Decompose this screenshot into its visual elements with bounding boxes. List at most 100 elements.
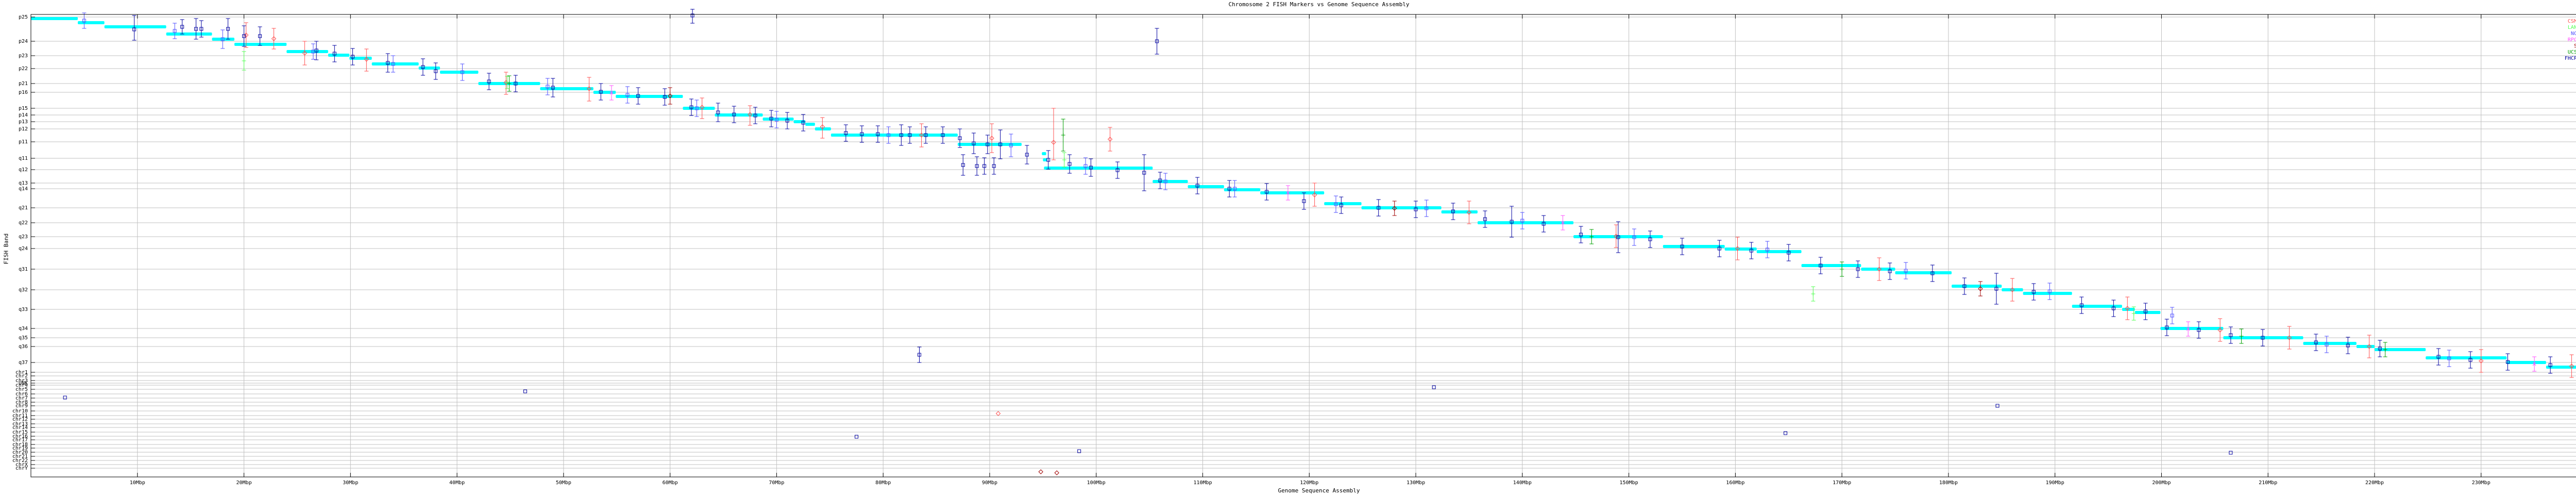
x-tick-label: 80Mbp (875, 480, 891, 486)
marker-plus (1811, 292, 1815, 296)
y-tick-label: q33 (19, 307, 28, 312)
y-tick-label: q12 (19, 167, 28, 173)
x-tick-label: 10Mbp (130, 480, 145, 486)
band-segment-p25.2 (78, 21, 105, 24)
x-tick-label: 180Mbp (1939, 480, 1958, 486)
band-segment-q24.3 (1757, 250, 1802, 253)
marker-plus (1840, 267, 1844, 271)
grid-lines (31, 14, 2576, 477)
y-tick-label: q24 (19, 246, 28, 252)
band-segment-q33.3 (2135, 311, 2161, 314)
band-segment-q31.3 (1895, 271, 1952, 274)
band-segment-p22.2 (419, 67, 440, 70)
marker-square (855, 435, 858, 438)
chart-canvas: 10Mbp 20Mbp 30Mbp 40Mbp 50Mbp 60Mbp 70Mbp 80Mbp… (0, 0, 2576, 495)
y-tick-label: p25 (19, 14, 28, 20)
x-tick-label: 30Mbp (343, 480, 358, 486)
band-segment-q37.2 (2506, 361, 2546, 364)
band-segment-p24.3 (166, 32, 212, 36)
x-tick-label: 150Mbp (1620, 480, 1638, 486)
series-SC (668, 88, 1982, 475)
legend-label-SC: SC (2574, 43, 2576, 49)
y-tick-label: q32 (19, 287, 28, 293)
marker-diamond (1055, 471, 1059, 475)
band-segment-q37.1 (2426, 356, 2506, 359)
x-tick-label: 50Mbp (556, 480, 571, 486)
plot-border (31, 14, 2576, 477)
x-tick-label: 170Mbp (1833, 480, 1851, 486)
marker-square (63, 396, 66, 399)
y-tick-label: q23 (19, 234, 28, 240)
x-tick-label: 140Mbp (1513, 480, 1532, 486)
legend: CSMCLANLNCIRPCISCUCSFFHCRC (2565, 19, 2576, 61)
series-CSMC (244, 23, 2574, 416)
marker-square (2229, 451, 2232, 454)
y-tick-label: chrY (15, 466, 28, 471)
y-tick-label: q37 (19, 360, 28, 366)
marker-plus (242, 59, 246, 63)
band-segment-q36.2 (2357, 345, 2375, 348)
marker-plus (1061, 133, 1065, 137)
band-segment-q21.2 (1362, 206, 1442, 209)
y-tick-label: p23 (19, 53, 28, 59)
marker-square (523, 390, 527, 393)
band-segment-q32.1 (1952, 285, 2002, 288)
band-segment-q31.1 (1802, 264, 1861, 267)
legend-label-LANL: LANL (2568, 25, 2576, 30)
y-tick-label: p13 (19, 119, 28, 125)
y-tick-label: p12 (19, 126, 28, 132)
series-NCI (82, 13, 2576, 377)
fish-marker-chart-figure: Chromosome 2 FISH Markers vs Genome Sequ… (0, 0, 2576, 495)
band-segment-q12 (1044, 167, 1153, 170)
y-tick-label: p16 (19, 90, 28, 95)
y-tick-label: q11 (19, 156, 28, 161)
marker-square (1432, 386, 1435, 389)
x-tick-label: 230Mbp (2472, 480, 2490, 486)
band-segment-p25.3 (31, 17, 78, 20)
y-tick-label: q13 (19, 180, 28, 186)
y-tick-label: q14 (19, 186, 28, 192)
band-segment-q11.1 (1042, 152, 1046, 155)
x-tick-label: 40Mbp (449, 480, 465, 486)
band-segment-q34 (2160, 327, 2223, 330)
band-segment-p11.2 (831, 134, 958, 137)
band-segment-p22.1 (440, 71, 478, 74)
band-segment-p22.3 (372, 62, 419, 65)
marker-diamond (996, 411, 1001, 416)
band-segment-q32.3 (2023, 292, 2072, 295)
marker-diamond (1039, 470, 1043, 474)
y-tick-label: p14 (19, 112, 28, 118)
y-tick-label: q31 (19, 267, 28, 272)
band-segment-p23.2 (328, 54, 349, 57)
y-tick-label: p21 (19, 81, 28, 87)
band-segment-q22 (1478, 221, 1573, 224)
marker-points (63, 9, 2576, 475)
band-segment-p24.2 (212, 38, 234, 41)
series-FHCRC (63, 9, 2576, 454)
legend-label-RPCI: RPCI (2568, 37, 2576, 43)
x-tick-label: 200Mbp (2152, 480, 2171, 486)
axis-ticks: 10Mbp 20Mbp 30Mbp 40Mbp 50Mbp 60Mbp 70Mbp 80Mbp… (12, 14, 2576, 486)
band-segment-q24.1 (1663, 245, 1725, 248)
x-tick-label: 130Mbp (1406, 480, 1425, 486)
y-tick-label: q35 (19, 335, 28, 341)
band-segment-q13 (1153, 180, 1188, 183)
x-tick-label: 60Mbp (663, 480, 678, 486)
x-tick-label: 20Mbp (236, 480, 251, 486)
legend-label-UCSF: UCSF (2568, 50, 2576, 55)
band-segment-q14.1 (1188, 185, 1224, 188)
x-tick-label: 90Mbp (982, 480, 997, 486)
y-tick-label: q36 (19, 344, 28, 350)
x-tick-label: 70Mbp (769, 480, 784, 486)
legend-label-CSMC: CSMC (2568, 19, 2576, 24)
x-tick-label: 210Mbp (2259, 480, 2277, 486)
plot-frame (31, 14, 2576, 477)
y-tick-label: p24 (19, 39, 28, 44)
band-segment-q21.3 (1442, 210, 1478, 213)
x-tick-label: 190Mbp (2046, 480, 2064, 486)
y-tick-label: p11 (19, 139, 28, 145)
band-segment-q36.1 (2303, 342, 2356, 345)
x-tick-label: 110Mbp (1193, 480, 1212, 486)
band-segment-p13.1 (805, 123, 815, 126)
legend-label-FHCRC: FHCRC (2565, 56, 2576, 61)
